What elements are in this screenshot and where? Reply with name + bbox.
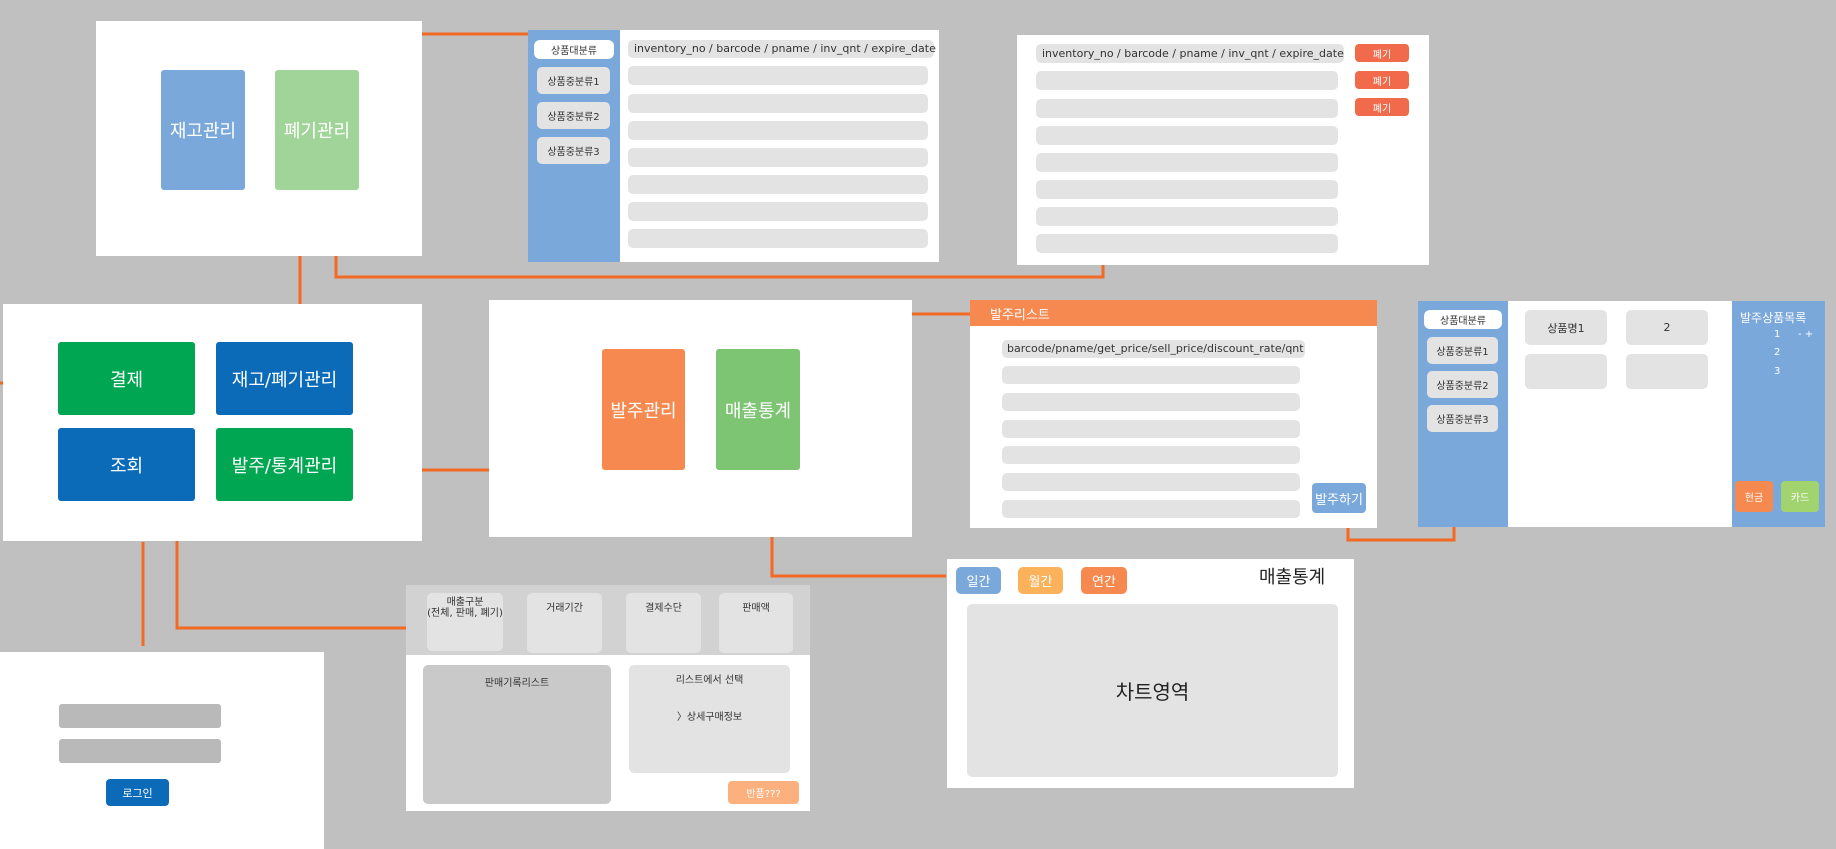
- table-row[interactable]: [628, 202, 928, 221]
- inventory-menu-panel: [96, 21, 422, 256]
- yearly-button[interactable]: 연간: [1081, 567, 1127, 594]
- sales-stats-button[interactable]: 매출통계: [716, 349, 800, 470]
- table-row[interactable]: [628, 121, 928, 140]
- category-minor-1[interactable]: 상품중분류1: [537, 67, 610, 94]
- table-row[interactable]: [1002, 500, 1300, 518]
- filter-amount[interactable]: 판매액: [719, 593, 793, 653]
- table-row[interactable]: [628, 94, 928, 113]
- dispose-button-3[interactable]: 폐기: [1355, 98, 1409, 116]
- order-items-title: 발주상품목록: [1740, 311, 1807, 325]
- main-menu-panel: [3, 304, 422, 541]
- password-field[interactable]: [59, 739, 221, 763]
- payment-button[interactable]: 결제: [58, 342, 195, 415]
- chart-area: 차트영역: [967, 604, 1338, 777]
- purchase-detail-area: 리스트에서 선택 〉상세구매정보: [629, 665, 790, 773]
- order-list-title: 발주리스트: [990, 308, 1050, 323]
- table-row[interactable]: [1036, 153, 1338, 172]
- category-minor-3[interactable]: 상품중분류3: [537, 137, 610, 164]
- chart-area-label: 차트영역: [1115, 680, 1190, 704]
- login-button[interactable]: 로그인: [106, 779, 169, 806]
- order-category-major[interactable]: 상품대분류: [1424, 310, 1502, 329]
- disposal-manage-button[interactable]: 폐기관리: [275, 70, 359, 190]
- quantity-stepper[interactable]: - +: [1798, 329, 1813, 340]
- sales-record-list[interactable]: 판매기록리스트: [423, 665, 611, 804]
- inventory-list-header: inventory_no / barcode / pname / inv_qnt…: [628, 40, 936, 58]
- table-row[interactable]: [1036, 99, 1338, 118]
- sales-stats-title: 매출통계: [1259, 567, 1326, 588]
- filter-period[interactable]: 거래기간: [527, 593, 602, 653]
- table-row[interactable]: [628, 175, 928, 194]
- order-category-minor-2[interactable]: 상품중분류2: [1427, 371, 1498, 398]
- place-order-button[interactable]: 발주하기: [1312, 483, 1366, 513]
- cash-button[interactable]: 현금: [1735, 481, 1773, 512]
- dispose-button-2[interactable]: 폐기: [1355, 71, 1409, 89]
- disposal-list-header: inventory_no / barcode / pname / inv_qnt…: [1036, 44, 1344, 63]
- card-button[interactable]: 카드: [1781, 481, 1819, 512]
- table-row[interactable]: [628, 229, 928, 248]
- table-row[interactable]: [1002, 393, 1300, 411]
- table-row[interactable]: [628, 66, 928, 85]
- order-list-header: barcode/pname/get_price/sell_price/disco…: [1002, 340, 1305, 358]
- monthly-button[interactable]: 월간: [1018, 567, 1063, 594]
- select-hint: 리스트에서 선택: [675, 675, 744, 686]
- table-row[interactable]: [1002, 420, 1300, 438]
- table-row[interactable]: [1036, 126, 1338, 145]
- order-category-minor-3[interactable]: 상품중분류3: [1427, 405, 1498, 432]
- order-manage-button[interactable]: 발주관리: [602, 349, 685, 470]
- username-field[interactable]: [59, 704, 221, 728]
- filter-payment-method[interactable]: 결제수단: [626, 593, 701, 653]
- table-row[interactable]: [1002, 473, 1300, 491]
- table-row[interactable]: [1036, 71, 1338, 90]
- order-item-row-1: 1: [1774, 329, 1781, 340]
- order-stats-button[interactable]: 발주/통계관리: [216, 428, 353, 501]
- product-card-3[interactable]: [1626, 354, 1708, 389]
- disposal-list-panel: [1017, 35, 1429, 265]
- table-row[interactable]: [1036, 180, 1338, 199]
- category-minor-2[interactable]: 상품중분류2: [537, 102, 610, 129]
- refund-button[interactable]: 반품???: [728, 781, 799, 804]
- order-item-row-3: 3: [1774, 366, 1781, 377]
- order-stats-panel: [489, 300, 912, 537]
- order-category-minor-1[interactable]: 상품중분류1: [1427, 337, 1498, 364]
- order-item-row-2: 2: [1774, 347, 1781, 358]
- product-quantity[interactable]: 2: [1626, 310, 1708, 345]
- table-row[interactable]: [1002, 446, 1300, 464]
- table-row[interactable]: [1036, 234, 1338, 253]
- table-row[interactable]: [628, 148, 928, 167]
- product-card-1[interactable]: 상품명1: [1525, 310, 1607, 345]
- lookup-button[interactable]: 조회: [58, 428, 195, 501]
- filter-sales-type[interactable]: 매출구분 (전체, 판매, 폐기): [427, 593, 503, 651]
- stock-manage-button[interactable]: 재고관리: [161, 70, 245, 190]
- daily-button[interactable]: 일간: [956, 567, 1001, 594]
- dispose-button-1[interactable]: 폐기: [1355, 44, 1409, 62]
- purchase-detail-label: 〉상세구매정보: [676, 712, 743, 723]
- inventory-disposal-button[interactable]: 재고/폐기관리: [216, 342, 353, 415]
- product-card-2[interactable]: [1525, 354, 1607, 389]
- category-major[interactable]: 상품대분류: [534, 40, 614, 59]
- table-row[interactable]: [1002, 366, 1300, 384]
- table-row[interactable]: [1036, 207, 1338, 226]
- sales-record-list-title: 판매기록리스트: [484, 678, 550, 689]
